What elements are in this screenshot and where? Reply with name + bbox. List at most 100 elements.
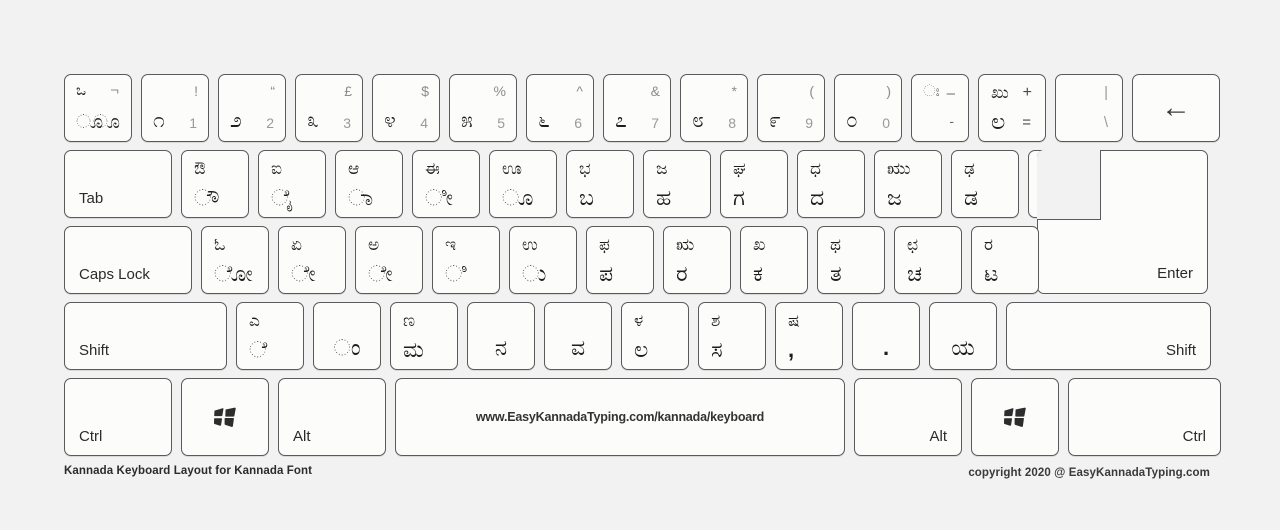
key-6[interactable]: ^ ೬ 6 [526,74,594,142]
key-7-shift-legend: & [650,83,660,99]
key-backslash-legend: \ [1103,114,1108,131]
key-r-upper-legend: ಈ [425,159,440,178]
key-h-lower-legend: ಪ [599,261,614,286]
key-v[interactable]: ನ [467,302,535,370]
key-1[interactable]: ! ೧ 1 [141,74,209,142]
key-o-lower-legend: ದ [810,185,825,210]
key-w[interactable]: ಐ ೈ [258,150,326,218]
key-1-shift-legend: ! [194,83,198,99]
key-semicolon[interactable]: ಛ ಚ [894,226,962,294]
key-m[interactable]: ಶ ಸ [698,302,766,370]
key-l[interactable]: ಥ ತ [817,226,885,294]
key-7-digit-legend: 7 [651,115,659,131]
key-t[interactable]: ಊ ೂ [489,150,557,218]
key-4-kannada-legend: ೪ [384,109,396,132]
key-comma[interactable]: ಷ , [775,302,843,370]
key-k[interactable]: ಖ ಕ [740,226,808,294]
key-9-kannada-legend: ೯ [769,109,781,132]
key-shift-left-label: Shift [79,342,110,359]
key-u[interactable]: ಜ ಹ [643,150,711,218]
key-f-upper-legend: ಇ [445,235,457,254]
key-9[interactable]: ( ೯ 9 [757,74,825,142]
key-backtick[interactable]: ಒ ¬ ೂ ೂ [64,74,132,142]
key-a[interactable]: ಓ ೋ [201,226,269,294]
key-b-lower-legend: ವ [570,335,586,360]
key-space[interactable]: www.EasyKannadaTyping.com/kannada/keyboa… [395,378,845,456]
key-5-digit-legend: 5 [497,115,505,131]
key-g[interactable]: ಉ ು [509,226,577,294]
key-3[interactable]: £ ೩ 3 [295,74,363,142]
key-s-lower-legend: ೇ [291,261,316,286]
key-period[interactable]: . [852,302,920,370]
key-z[interactable]: ಎ ೆ [236,302,304,370]
key-o-upper-legend: ಧ [810,159,821,178]
key-backslash[interactable]: | \ [1055,74,1123,142]
key-2-shift-legend: “ [270,83,275,99]
key-t-lower-legend: ೂ [502,185,534,210]
page-title: Kannada Keyboard Layout for Kannada Font [64,465,313,477]
key-i-upper-legend: ಘ [733,159,746,178]
windows-logo-icon [214,407,236,427]
key-d[interactable]: ಅ ೇ [355,226,423,294]
windows-logo-icon [1004,407,1026,427]
key-9-shift-legend: ( [809,83,814,99]
key-n[interactable]: ಳ ಲ [621,302,689,370]
key-x[interactable]: ಂ [313,302,381,370]
key-o[interactable]: ಧ ದ [797,150,865,218]
key-minus-underscore-legend: – [946,85,955,102]
key-y-lower-legend: ಬ [579,185,594,210]
key-ctrl-left[interactable]: Ctrl [64,378,172,456]
key-e-lower-legend: ಾ [348,185,374,210]
key-r[interactable]: ಈ ೀ [412,150,480,218]
keyboard-row-tab: Tab ಔ ೌ ಐ ೈ ಆ ಾ ಈ ೀ ಊ ೂ ಭ ಬ ಜ ಹ ಘ ಗ ಧ ದ … [64,150,1096,218]
key-n-lower-legend: ಲ [634,337,649,362]
key-c[interactable]: ಣ ಮ [390,302,458,370]
key-b[interactable]: ವ [544,302,612,370]
key-2[interactable]: “ ೨ 2 [218,74,286,142]
keyboard-row-shift: Shift ಎ ೆ ಂ ಣ ಮ ನ ವ ಳ ಲ ಶ ಸ ಷ , . ಯ Shif… [64,302,1211,370]
key-y[interactable]: ಭ ಬ [566,150,634,218]
key-7-kannada-legend: ೭ [615,109,627,132]
key-j[interactable]: ಋ ರ [663,226,731,294]
key-ctrl-right[interactable]: Ctrl [1068,378,1221,456]
key-backspace[interactable]: ← [1132,74,1220,142]
key-0[interactable]: ) ೦ 0 [834,74,902,142]
key-4[interactable]: $ ೪ 4 [372,74,440,142]
key-n-upper-legend: ಳ [634,311,644,330]
key-q[interactable]: ಔ ೌ [181,150,249,218]
key-e[interactable]: ಆ ಾ [335,150,403,218]
key-win-right[interactable] [971,378,1059,456]
key-8[interactable]: * ೮ 8 [680,74,748,142]
keyboard-row-bottom: Ctrl Alt www.EasyKannadaTyping.com/kanna… [64,378,1221,456]
key-f[interactable]: ಇ ಿ [432,226,500,294]
key-4-digit-legend: 4 [420,115,428,131]
key-v-lower-legend: ನ [494,335,508,360]
key-7[interactable]: & ೭ 7 [603,74,671,142]
key-6-shift-legend: ^ [576,83,583,99]
key-h[interactable]: ಫ ಪ [586,226,654,294]
key-alt-right[interactable]: Alt [854,378,962,456]
key-win-left[interactable] [181,378,269,456]
key-w-upper-legend: ಐ [271,159,282,178]
key-tab[interactable]: Tab [64,150,172,218]
key-quote[interactable]: ರ ಟ [971,226,1039,294]
key-equal-equals-legend: = [1022,114,1031,131]
key-minus[interactable]: ಃ – - [911,74,969,142]
key-caps-lock[interactable]: Caps Lock [64,226,192,294]
key-c-upper-legend: ಣ [403,311,416,330]
key-i[interactable]: ಘ ಗ [720,150,788,218]
key-equal[interactable]: ಖು + ಲ = [978,74,1046,142]
key-s[interactable]: ಏ ೇ [278,226,346,294]
key-5[interactable]: % ೫ 5 [449,74,517,142]
key-shift-right-label: Shift [1165,342,1196,359]
key-enter[interactable]: Enter [1037,150,1208,294]
key-alt-left[interactable]: Alt [278,378,386,456]
key-2-digit-legend: 2 [266,115,274,131]
key-shift-right[interactable]: Shift [1006,302,1211,370]
key-p-lower-legend: ಜ [887,185,902,210]
key-shift-left[interactable]: Shift [64,302,227,370]
key-slash[interactable]: ಯ [929,302,997,370]
key-0-shift-legend: ) [886,83,891,99]
key-bracket-left[interactable]: ಢ ಡ [951,150,1019,218]
key-p[interactable]: ಋು ಜ [874,150,942,218]
